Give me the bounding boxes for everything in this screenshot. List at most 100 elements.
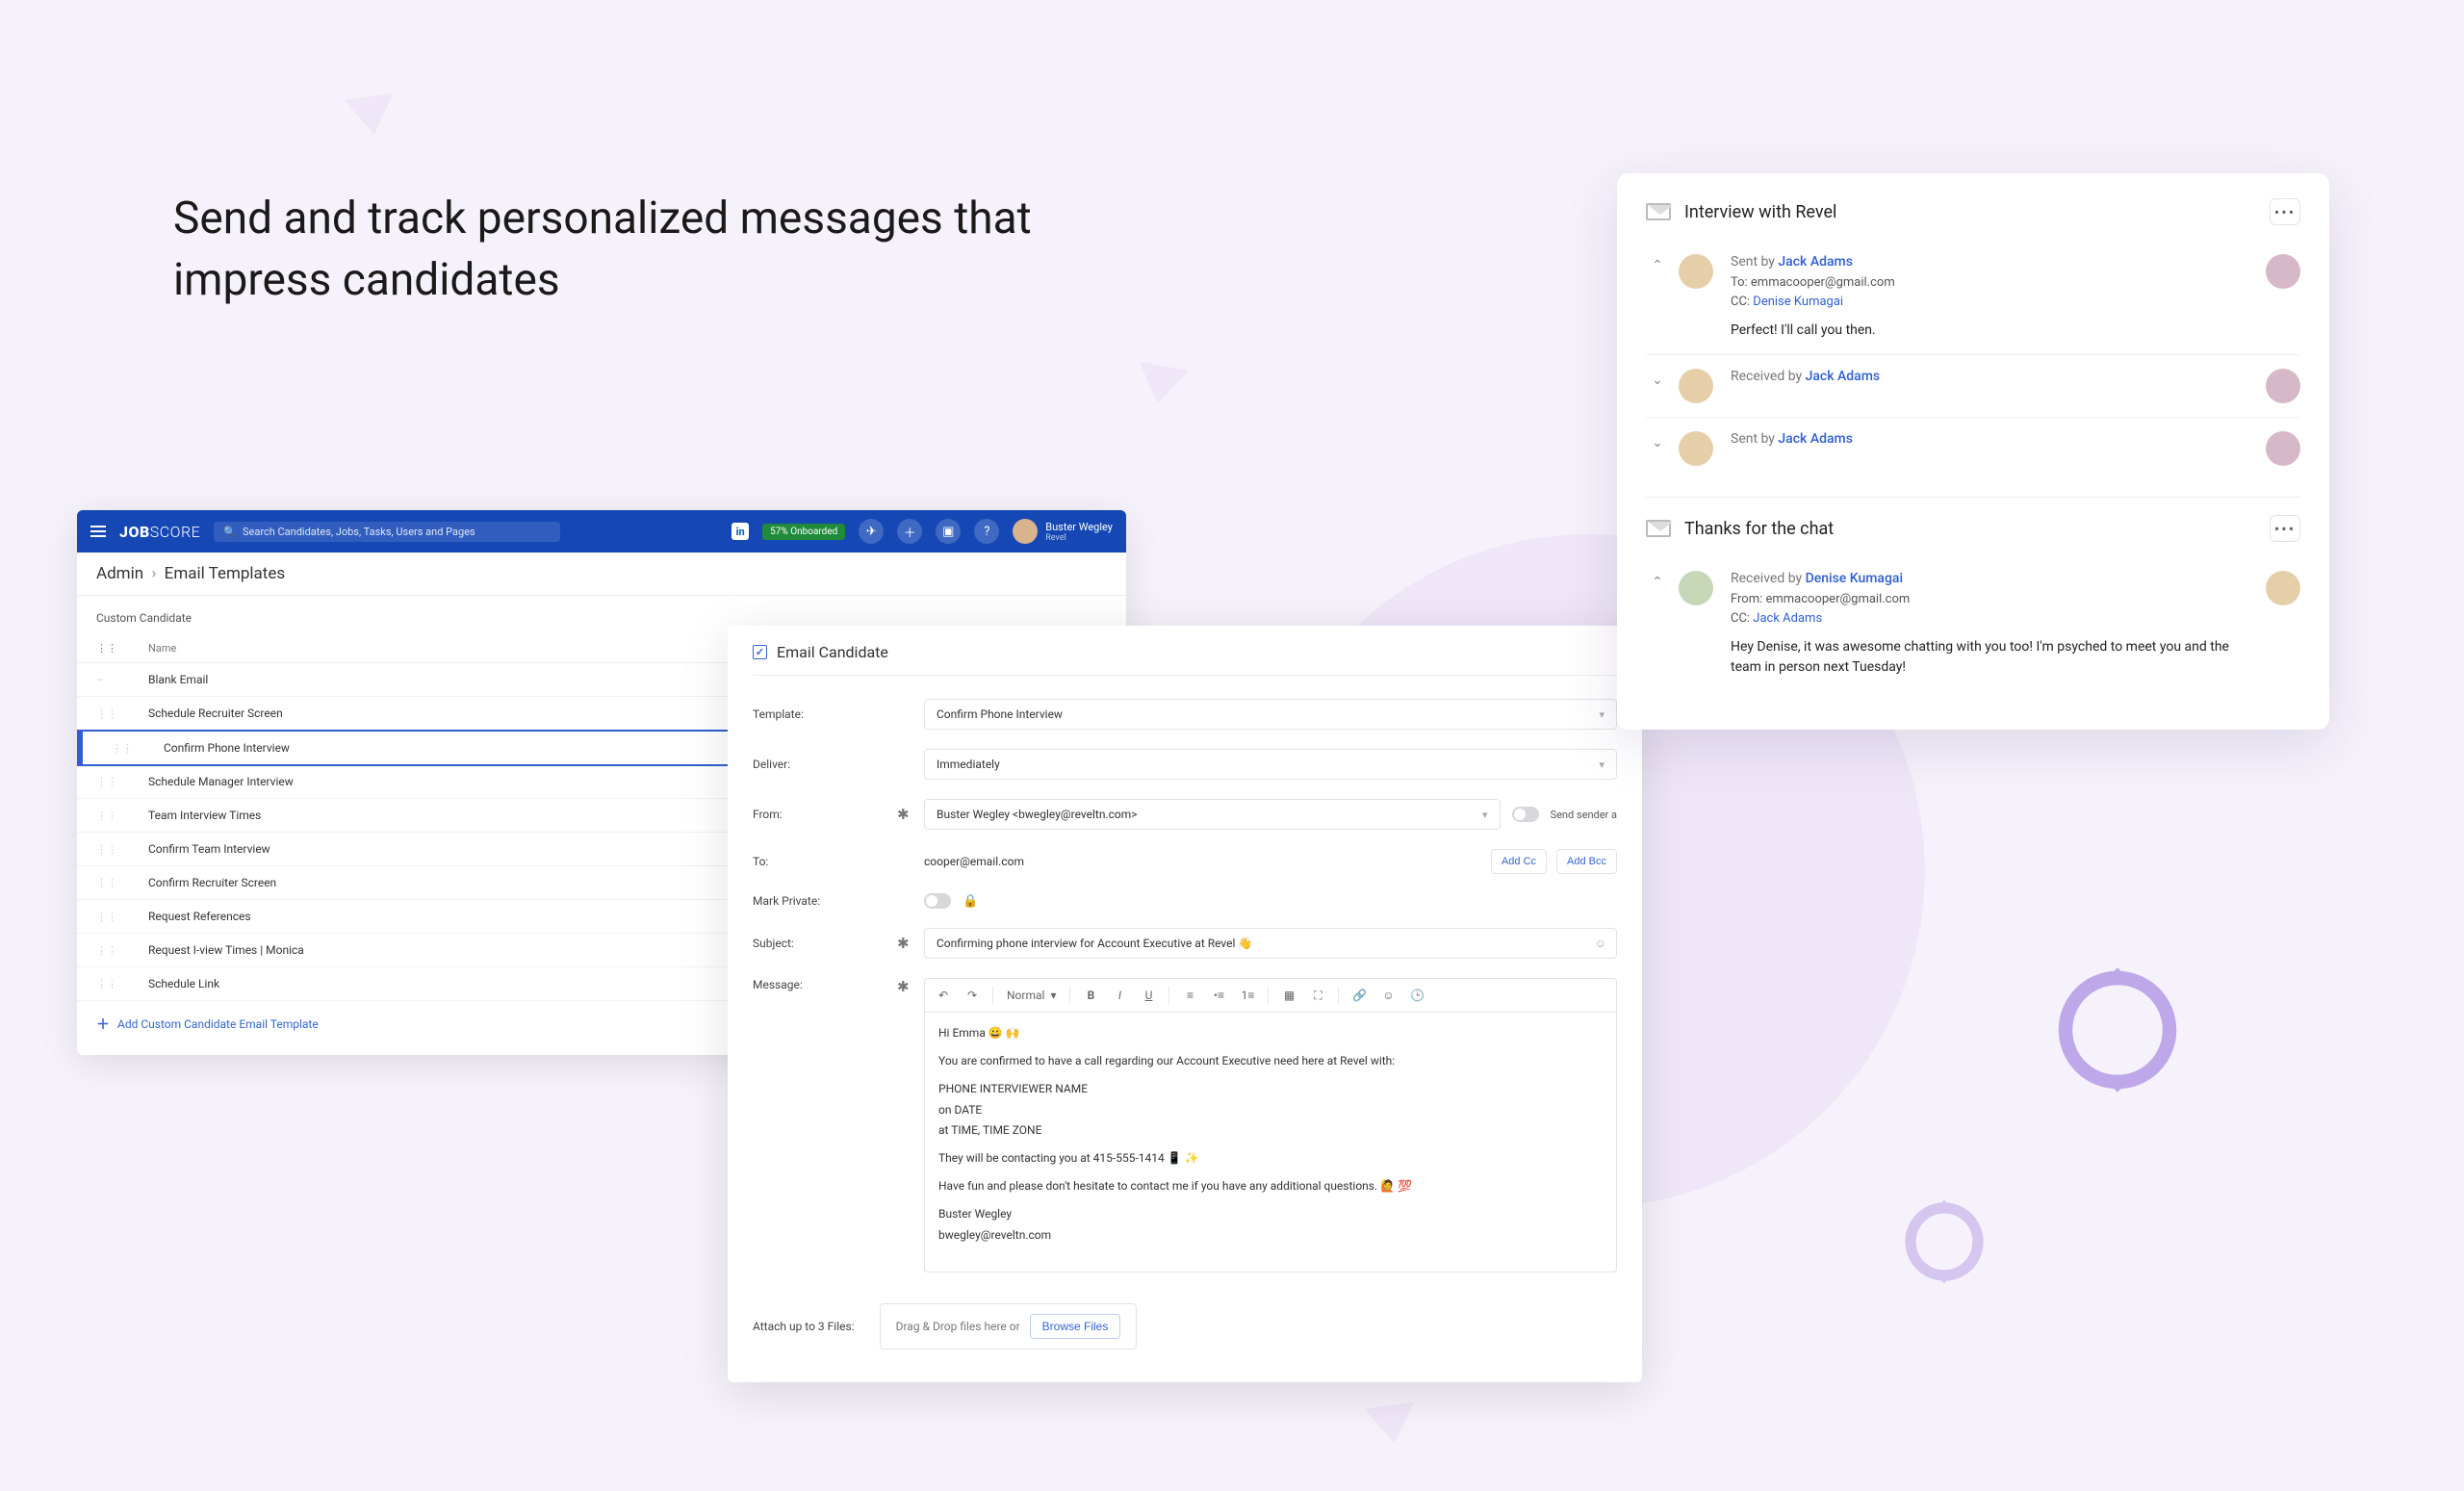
drag-icon[interactable]: ⋮⋮ xyxy=(96,776,114,788)
drag-icon[interactable]: ⋮⋮ xyxy=(112,742,129,755)
envelope-icon xyxy=(1646,203,1671,220)
file-dropzone[interactable]: Drag & Drop files here or Browse Files xyxy=(880,1303,1138,1350)
sender-name[interactable]: Jack Adams xyxy=(1778,431,1853,447)
sender-name[interactable]: Denise Kumagai xyxy=(1806,571,1903,586)
avatar-icon xyxy=(2266,369,2300,403)
cc-name[interactable]: Jack Adams xyxy=(1753,611,1822,626)
template-value: Confirm Phone Interview xyxy=(937,707,1063,721)
fullscreen-icon[interactable]: ⛶ xyxy=(1307,985,1328,1006)
add-cc-button[interactable]: Add Cc xyxy=(1491,849,1547,874)
chevron-down-icon: ▾ xyxy=(1599,758,1604,771)
browse-files-button[interactable]: Browse Files xyxy=(1030,1314,1121,1339)
deliver-select[interactable]: Immediately ▾ xyxy=(924,749,1617,780)
more-icon[interactable]: ••• xyxy=(2270,198,2300,225)
drag-icon[interactable]: ⋮⋮ xyxy=(96,978,114,990)
template-select[interactable]: Confirm Phone Interview ▾ xyxy=(924,699,1617,730)
drag-icon[interactable]: ⋮⋮ xyxy=(96,877,114,889)
thread-message[interactable]: ⌄ Sent by Jack Adams xyxy=(1646,417,2300,479)
collapse-icon[interactable]: ⌃ xyxy=(1646,571,1669,590)
logo[interactable]: JOBSCORE xyxy=(119,523,200,541)
emoji-icon[interactable]: ☺ xyxy=(1595,937,1606,950)
more-icon[interactable]: ••• xyxy=(2270,515,2300,542)
linkedin-icon[interactable]: in xyxy=(732,523,749,540)
from-field-row: From: ✱ Buster Wegley <bwegley@reveltn.c… xyxy=(753,789,1617,839)
expand-icon[interactable]: ⌄ xyxy=(1646,431,1669,450)
drag-icon[interactable]: ⋮⋮ xyxy=(96,911,114,923)
avatar-icon xyxy=(2266,254,2300,289)
editor-toolbar: ↶ ↷ Normal ▾ B I U ≡ •≡ 1≡ ▦ ⛶ 🔗 xyxy=(924,978,1617,1012)
drag-icon: ⋮⋮ xyxy=(96,642,114,655)
triangle-decor xyxy=(344,93,398,139)
message-label: Message: xyxy=(753,978,887,991)
italic-icon[interactable]: I xyxy=(1109,985,1130,1006)
search-input[interactable]: 🔍 Search Candidates, Jobs, Tasks, Users … xyxy=(214,522,560,542)
from-select[interactable]: Buster Wegley <bwegley@reveltn.com> ▾ xyxy=(924,799,1501,830)
template-name: Request References xyxy=(148,910,251,923)
undo-icon[interactable]: ↶ xyxy=(933,985,954,1006)
avatar-icon xyxy=(2266,431,2300,466)
body-line: bwegley@reveltn.com xyxy=(938,1226,1603,1245)
envelope-icon xyxy=(1646,520,1671,537)
paragraph-style-select[interactable]: Normal ▾ xyxy=(1003,989,1060,1002)
body-line: You are confirmed to have a call regardi… xyxy=(938,1052,1603,1070)
link-icon[interactable]: 🔗 xyxy=(1348,985,1370,1006)
avatar-icon xyxy=(1679,254,1713,289)
meta-prefix: Sent by xyxy=(1731,254,1778,270)
list-ul-icon[interactable]: •≡ xyxy=(1208,985,1229,1006)
drag-icon[interactable]: – xyxy=(96,674,114,686)
mark-private-label: Mark Private: xyxy=(753,894,887,908)
thread-message[interactable]: ⌃ Sent by Jack Adams To: emmacooper@gmai… xyxy=(1646,241,2300,354)
add-icon[interactable]: ＋ xyxy=(897,519,922,544)
user-menu[interactable]: Buster Wegley Revel xyxy=(1013,519,1113,544)
expand-icon[interactable]: ⌄ xyxy=(1646,369,1669,388)
app-topbar: JOBSCORE 🔍 Search Candidates, Jobs, Task… xyxy=(77,510,1126,553)
to-label: To: xyxy=(753,855,887,868)
send-icon[interactable]: ✈ xyxy=(859,519,884,544)
drag-icon[interactable]: ⋮⋮ xyxy=(96,810,114,822)
subject-input[interactable]: Confirming phone interview for Account E… xyxy=(924,928,1617,959)
clock-icon[interactable]: 🕒 xyxy=(1406,985,1427,1006)
bold-icon[interactable]: B xyxy=(1080,985,1101,1006)
underline-icon[interactable]: U xyxy=(1138,985,1159,1006)
help-icon[interactable]: ? xyxy=(974,519,999,544)
table-icon[interactable]: ▦ xyxy=(1278,985,1299,1006)
body-line: at TIME, TIME ZONE xyxy=(938,1121,1603,1140)
drag-icon[interactable]: ⋮⋮ xyxy=(96,944,114,957)
template-name: Request I-view Times | Monica xyxy=(148,943,304,957)
align-left-icon[interactable]: ≡ xyxy=(1179,985,1200,1006)
chevron-down-icon: ▾ xyxy=(1482,809,1488,821)
send-sender-toggle[interactable] xyxy=(1512,807,1539,822)
message-body: Hey Denise, it was awesome chatting with… xyxy=(1731,637,2248,678)
drag-icon[interactable]: ⋮⋮ xyxy=(96,843,114,856)
avatar-icon xyxy=(1679,369,1713,403)
collapse-icon[interactable]: ⌃ xyxy=(1646,254,1669,273)
onboarding-badge[interactable]: 57% Onboarded xyxy=(762,524,845,540)
meta-prefix: Sent by xyxy=(1731,431,1778,447)
message-body-editor[interactable]: Hi Emma 😀 🙌 You are confirmed to have a … xyxy=(924,1012,1617,1272)
body-line: They will be contacting you at 415-555-1… xyxy=(938,1149,1603,1168)
apps-icon[interactable]: ▣ xyxy=(936,519,961,544)
private-toggle[interactable] xyxy=(924,893,951,909)
menu-icon[interactable] xyxy=(90,526,106,537)
template-name: Confirm Recruiter Screen xyxy=(148,876,276,889)
add-bcc-button[interactable]: Add Bcc xyxy=(1556,849,1617,874)
thread-subject: Interview with Revel xyxy=(1684,202,2256,222)
list-ol-icon[interactable]: 1≡ xyxy=(1237,985,1258,1006)
thread-message[interactable]: ⌄ Received by Jack Adams xyxy=(1646,354,2300,417)
breadcrumb-root[interactable]: Admin xyxy=(96,564,143,583)
emoji-icon[interactable]: ☺ xyxy=(1377,985,1399,1006)
to-line: To: emmacooper@gmail.com xyxy=(1731,273,2248,293)
cc-name[interactable]: Denise Kumagai xyxy=(1753,295,1843,309)
to-field-row: To: cooper@email.com Add Cc Add Bcc xyxy=(753,839,1617,884)
sender-name[interactable]: Jack Adams xyxy=(1806,369,1881,384)
redo-icon[interactable]: ↷ xyxy=(962,985,983,1006)
drag-icon[interactable]: ⋮⋮ xyxy=(96,707,114,720)
message-body: Perfect! I'll call you then. xyxy=(1731,321,2248,341)
avatar-icon xyxy=(1013,519,1038,544)
thread-message[interactable]: ⌃ Received by Denise Kumagai From: emmac… xyxy=(1646,557,2300,691)
deliver-value: Immediately xyxy=(937,758,1000,771)
required-icon: ✱ xyxy=(897,935,914,952)
sender-name[interactable]: Jack Adams xyxy=(1778,254,1853,270)
checkbox-icon[interactable] xyxy=(753,645,767,659)
required-icon: ✱ xyxy=(897,978,914,995)
